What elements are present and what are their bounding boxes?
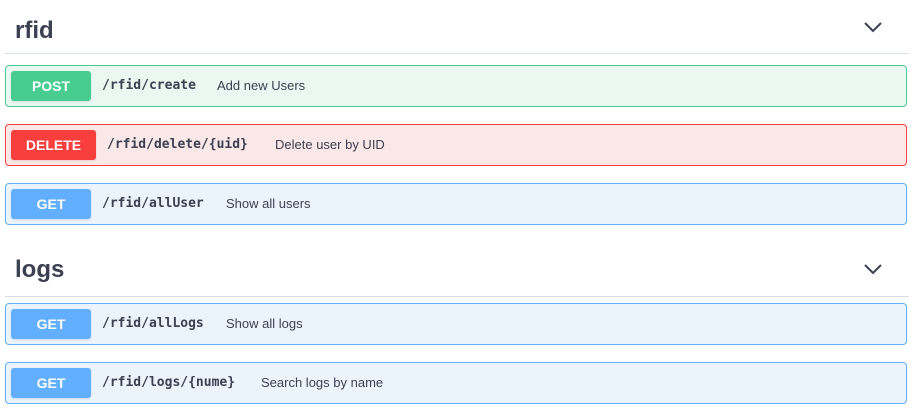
section-logs: logs GET /rfid/allLogs Show all logs GET… (5, 238, 909, 404)
operation-post-rfid-create[interactable]: POST /rfid/create Add new Users (5, 65, 907, 107)
operation-path: /rfid/allUser (102, 196, 204, 211)
chevron-down-icon[interactable] (863, 262, 883, 276)
operation-description: Delete user by UID (275, 137, 385, 152)
section-title: logs (15, 256, 65, 283)
chevron-down-icon[interactable] (863, 20, 883, 34)
api-docs-page: rfid POST /rfid/create Add new Users DEL… (0, 0, 924, 418)
method-badge-get: GET (11, 368, 91, 398)
operation-description: Show all users (226, 196, 311, 211)
operation-description: Search logs by name (261, 375, 384, 390)
operation-path: /rfid/allLogs (102, 316, 204, 331)
operation-description: Add new Users (217, 78, 306, 93)
method-badge-post: POST (11, 71, 91, 101)
operation-delete-rfid-delete-uid[interactable]: DELETE /rfid/delete/{uid} Delete user by… (5, 124, 907, 166)
operation-path: /rfid/logs/{nume} (102, 375, 236, 390)
method-badge-get: GET (11, 309, 91, 339)
operation-path: /rfid/delete/{uid} (107, 137, 248, 152)
operation-get-rfid-logs-nume[interactable]: GET /rfid/logs/{nume} Search logs by nam… (5, 362, 907, 404)
section-header-logs[interactable]: logs (5, 238, 909, 297)
operation-get-rfid-alllogs[interactable]: GET /rfid/allLogs Show all logs (5, 303, 907, 345)
method-badge-get: GET (11, 189, 91, 219)
section-title: rfid (15, 17, 54, 44)
operation-get-rfid-alluser[interactable]: GET /rfid/allUser Show all users (5, 183, 907, 225)
section-header-rfid[interactable]: rfid (5, 0, 909, 54)
operation-description: Show all logs (226, 316, 303, 331)
method-badge-delete: DELETE (11, 130, 96, 160)
section-rfid: rfid POST /rfid/create Add new Users DEL… (5, 0, 909, 225)
operation-path: /rfid/create (102, 78, 196, 93)
